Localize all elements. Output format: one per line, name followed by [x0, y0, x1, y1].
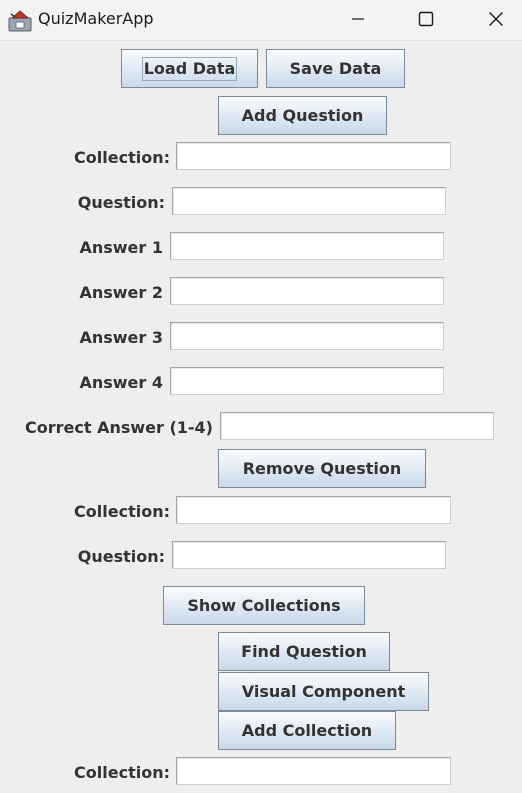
find-question-button[interactable]: Find Question	[218, 632, 390, 671]
add-collection-label: Collection:	[74, 763, 170, 782]
maximize-icon	[418, 11, 434, 27]
show-collections-button[interactable]: Show Collections	[163, 586, 365, 625]
remove-question-button[interactable]: Remove Question	[218, 449, 426, 488]
save-data-button[interactable]: Save Data	[266, 49, 405, 88]
correct-answer-label: Correct Answer (1-4)	[25, 418, 213, 437]
load-data-button[interactable]: Load Data	[121, 49, 258, 88]
collection-label: Collection:	[74, 148, 170, 167]
title-bar: QuizMakerApp	[0, 0, 522, 41]
add-collection-button[interactable]: Add Collection	[218, 711, 396, 750]
load-data-label: Load Data	[141, 56, 238, 81]
remove-collection-label: Collection:	[74, 502, 170, 521]
remove-question-label: Question:	[77, 547, 165, 566]
answer4-field[interactable]	[170, 367, 444, 395]
answer3-field[interactable]	[170, 322, 444, 350]
answer2-label: Answer 2	[79, 283, 163, 302]
question-field[interactable]	[172, 187, 446, 215]
answer1-field[interactable]	[170, 232, 444, 260]
remove-collection-field[interactable]	[176, 496, 451, 524]
close-icon	[489, 12, 503, 26]
add-question-button[interactable]: Add Question	[218, 96, 387, 135]
close-button[interactable]	[468, 0, 522, 38]
question-label: Question:	[77, 193, 165, 212]
answer4-label: Answer 4	[79, 373, 163, 392]
maximize-button[interactable]	[398, 0, 454, 38]
correct-answer-field[interactable]	[220, 412, 494, 440]
answer1-label: Answer 1	[79, 238, 163, 257]
answer2-field[interactable]	[170, 277, 444, 305]
answer3-label: Answer 3	[79, 328, 163, 347]
add-collection-field[interactable]	[176, 757, 451, 785]
minimize-button[interactable]	[330, 0, 386, 38]
window-title: QuizMakerApp	[38, 9, 154, 28]
collection-field[interactable]	[176, 142, 451, 170]
visual-component-button[interactable]: Visual Component	[218, 672, 429, 711]
remove-question-field[interactable]	[172, 541, 446, 569]
java-app-icon	[8, 10, 32, 32]
content-panel: Load Data Save Data Add Question Collect…	[0, 41, 522, 793]
minimize-icon	[352, 18, 364, 20]
